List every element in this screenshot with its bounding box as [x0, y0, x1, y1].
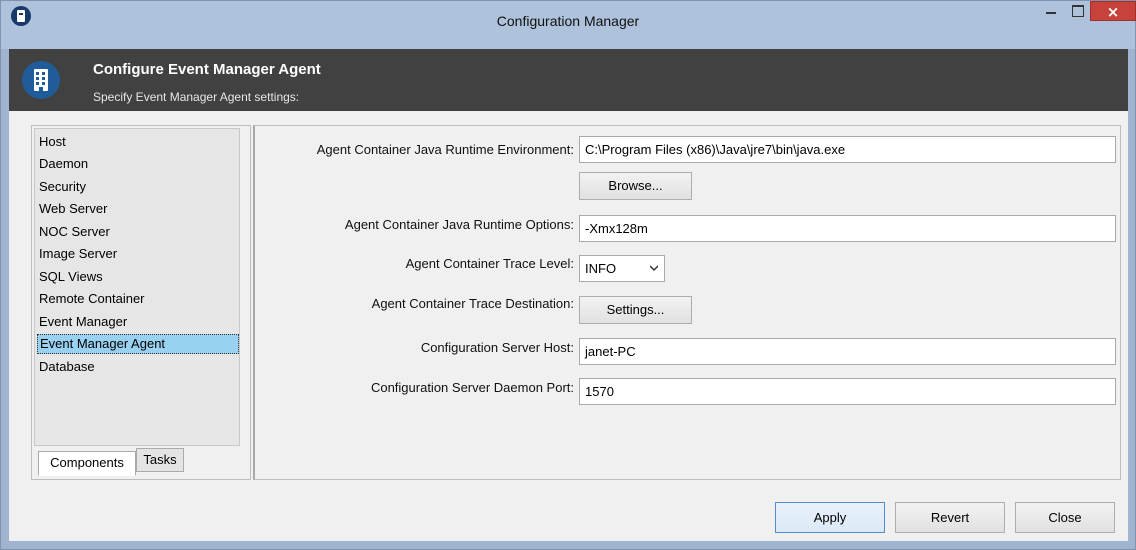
tab-components[interactable]: Components — [38, 451, 136, 476]
trace-level-label: Agent Container Trace Level: — [405, 256, 574, 271]
page-subtitle: Specify Event Manager Agent settings: — [93, 90, 300, 104]
close-button[interactable]: Close — [1015, 502, 1115, 533]
daemon-port-label: Configuration Server Daemon Port: — [370, 380, 574, 395]
list-item-daemon[interactable]: Daemon — [37, 154, 239, 174]
components-panel: Host Daemon Security Web Server NOC Serv… — [31, 125, 251, 480]
header-banner: Configure Event Manager Agent Specify Ev… — [9, 49, 1128, 111]
tab-tasks[interactable]: Tasks — [136, 448, 184, 472]
settings-panel: Agent Container Java Runtime Environment… — [253, 125, 1121, 480]
title-bar[interactable]: Configuration Manager × — [1, 1, 1136, 49]
window-title: Configuration Manager — [496, 13, 640, 29]
page-title: Configure Event Manager Agent — [93, 61, 321, 78]
daemon-port-field[interactable]: 1570 — [579, 378, 1116, 405]
list-item-event-manager-agent[interactable]: Event Manager Agent — [37, 334, 239, 354]
jre-options-label: Agent Container Java Runtime Options: — [344, 217, 574, 232]
chevron-down-icon — [650, 265, 658, 272]
jre-path-field[interactable]: C:\Program Files (x86)\Java\jre7\bin\jav… — [579, 136, 1116, 163]
list-item-noc-server[interactable]: NOC Server — [37, 222, 239, 242]
server-host-field[interactable]: janet-PC — [579, 338, 1116, 365]
trace-level-value: INFO — [585, 261, 617, 276]
jre-options-field[interactable]: -Xmx128m — [579, 215, 1116, 242]
list-item-database[interactable]: Database — [37, 357, 239, 377]
trace-level-select[interactable]: INFO — [579, 255, 665, 282]
building-icon — [22, 61, 60, 99]
configuration-manager-window: Configuration Manager × Configure Event … — [0, 0, 1136, 550]
trace-destination-label: Agent Container Trace Destination: — [371, 296, 574, 311]
main-content: Host Daemon Security Web Server NOC Serv… — [9, 111, 1128, 541]
apply-button[interactable]: Apply — [775, 502, 885, 533]
list-item-event-manager[interactable]: Event Manager — [37, 312, 239, 332]
list-item-sql-views[interactable]: SQL Views — [37, 267, 239, 287]
trace-settings-button[interactable]: Settings... — [579, 296, 692, 324]
jre-label: Agent Container Java Runtime Environment… — [316, 142, 574, 157]
components-list[interactable]: Host Daemon Security Web Server NOC Serv… — [34, 128, 240, 446]
list-item-remote-container[interactable]: Remote Container — [37, 289, 239, 309]
maximize-button[interactable] — [1064, 1, 1090, 21]
browse-button[interactable]: Browse... — [579, 172, 692, 200]
list-item-image-server[interactable]: Image Server — [37, 244, 239, 264]
revert-button[interactable]: Revert — [895, 502, 1005, 533]
close-window-button[interactable]: × — [1090, 1, 1136, 21]
list-item-host[interactable]: Host — [37, 132, 239, 152]
list-item-web-server[interactable]: Web Server — [37, 199, 239, 219]
close-icon: × — [1106, 3, 1120, 21]
server-host-label: Configuration Server Host: — [420, 340, 574, 355]
list-item-security[interactable]: Security — [37, 177, 239, 197]
minimize-button[interactable] — [1038, 1, 1064, 21]
